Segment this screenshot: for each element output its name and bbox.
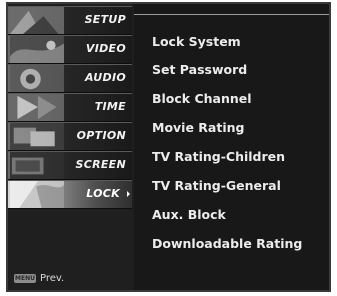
tab-label: OPTION	[76, 129, 126, 142]
main-menu-sidebar: SETUP VIDEO AUDIO TIME OPTION SCREEN LOC…	[8, 4, 134, 290]
menu-item-set-password[interactable]: Set Password	[152, 62, 247, 77]
menu-item-downloadable-rating[interactable]: Downloadable Rating	[152, 236, 302, 251]
menu-item-aux-block[interactable]: Aux. Block	[152, 207, 226, 222]
video-thumbnail-icon	[10, 36, 64, 63]
tab-setup[interactable]: SETUP	[8, 6, 132, 35]
menu-item-movie-rating[interactable]: Movie Rating	[152, 120, 244, 135]
tab-label: VIDEO	[85, 42, 126, 55]
screen-thumbnail-icon	[10, 152, 64, 179]
tab-audio[interactable]: AUDIO	[8, 64, 132, 93]
tab-label: SCREEN	[75, 158, 126, 171]
tab-label: SETUP	[84, 13, 126, 26]
menu-item-lock-system[interactable]: Lock System	[152, 34, 241, 49]
tab-option[interactable]: OPTION	[8, 122, 132, 151]
option-thumbnail-icon	[10, 123, 64, 150]
divider	[134, 14, 329, 15]
menu-item-block-channel[interactable]: Block Channel	[152, 91, 252, 106]
tab-screen[interactable]: SCREEN	[8, 151, 132, 180]
audio-thumbnail-icon	[10, 65, 64, 92]
menu-item-tv-rating-children[interactable]: TV Rating-Children	[152, 149, 285, 164]
tab-label: AUDIO	[84, 71, 126, 84]
time-thumbnail-icon	[10, 94, 64, 121]
setup-thumbnail-icon	[10, 7, 64, 34]
tab-time[interactable]: TIME	[8, 93, 132, 122]
menu-key-icon: MENU	[14, 273, 36, 283]
tab-lock[interactable]: LOCK	[8, 180, 132, 209]
lock-submenu-panel: Lock System Set Password Block Channel M…	[134, 4, 329, 290]
prev-hint: MENU Prev.	[14, 271, 64, 285]
tab-label: LOCK	[86, 187, 120, 200]
selected-arrow-icon	[127, 191, 130, 197]
tab-video[interactable]: VIDEO	[8, 35, 132, 64]
lock-thumbnail-icon	[10, 181, 64, 208]
menu-item-tv-rating-general[interactable]: TV Rating-General	[152, 178, 281, 193]
prev-label: Prev.	[40, 272, 65, 284]
tv-osd-menu: SETUP VIDEO AUDIO TIME OPTION SCREEN LOC…	[6, 2, 331, 292]
tab-label: TIME	[94, 100, 126, 113]
